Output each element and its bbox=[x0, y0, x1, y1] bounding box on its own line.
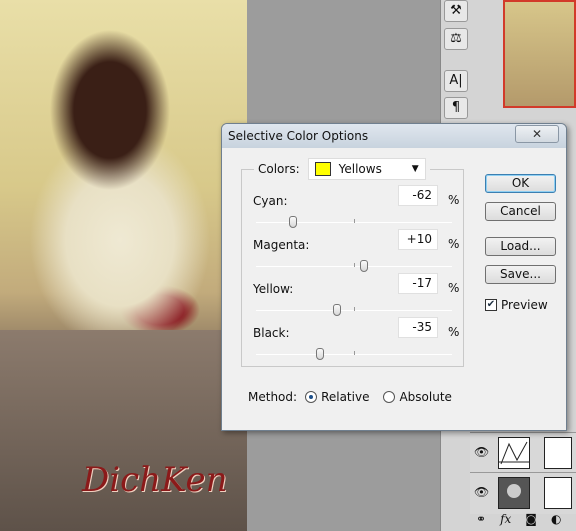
center-tick bbox=[354, 351, 355, 355]
close-button[interactable]: ✕ bbox=[515, 125, 559, 143]
center-tick bbox=[354, 219, 355, 223]
radio-relative[interactable]: Relative bbox=[305, 390, 369, 404]
eye-icon[interactable]: 👁 bbox=[474, 485, 489, 499]
percent-label: % bbox=[448, 193, 460, 207]
layer-row-curves[interactable]: 👁 bbox=[470, 432, 576, 474]
layer-mask-thumbnail[interactable] bbox=[544, 437, 572, 469]
ok-button[interactable]: OK bbox=[485, 174, 556, 193]
preview-label: Preview bbox=[501, 298, 548, 312]
center-tick bbox=[354, 307, 355, 311]
dialog-title: Selective Color Options bbox=[228, 129, 369, 143]
radio-absolute[interactable]: Absolute bbox=[383, 390, 452, 404]
signature-watermark: DichKen bbox=[82, 460, 228, 500]
preview-checkbox[interactable]: ✔ bbox=[485, 299, 497, 311]
slider-label: Black: bbox=[253, 326, 290, 340]
load-button[interactable]: Load... bbox=[485, 237, 556, 256]
center-tick bbox=[354, 263, 355, 267]
curves-icon bbox=[498, 437, 530, 469]
dropdown-arrow-icon: ▼ bbox=[411, 164, 419, 174]
fx-icon[interactable]: fx bbox=[500, 512, 511, 526]
slider-label: Cyan: bbox=[253, 194, 288, 208]
colors-label: Colors: bbox=[258, 162, 300, 176]
title-bar[interactable]: Selective Color Options ✕ bbox=[222, 124, 566, 148]
slider-value-input[interactable]: -17 bbox=[398, 273, 438, 294]
navigator-thumbnail[interactable] bbox=[503, 0, 576, 108]
method-row: Method: Relative Absolute bbox=[248, 390, 452, 404]
radio-icon[interactable] bbox=[305, 391, 318, 403]
preview-row[interactable]: ✔ Preview bbox=[485, 298, 548, 312]
colors-dropdown[interactable]: Yellows ▼ bbox=[307, 158, 426, 180]
adjustment-icon[interactable]: ◐ bbox=[551, 512, 561, 526]
radio-icon[interactable] bbox=[383, 391, 396, 403]
layer-row-vignette[interactable]: 👁 bbox=[470, 472, 576, 514]
slider-thumb[interactable] bbox=[315, 348, 324, 360]
canvas-photo[interactable]: DichKen bbox=[0, 0, 247, 531]
slider-thumb[interactable] bbox=[333, 304, 342, 316]
slider-thumb[interactable] bbox=[289, 216, 298, 228]
character-panel-icon[interactable]: A| bbox=[444, 70, 468, 92]
slider-value-input[interactable]: -62 bbox=[398, 185, 438, 206]
colors-row: Colors: Yellows ▼ bbox=[254, 158, 430, 180]
mask-icon[interactable]: ◙ bbox=[525, 512, 537, 526]
selective-color-dialog: Selective Color Options ✕ Colors: Yellow… bbox=[221, 123, 567, 431]
vignette-thumbnail-icon bbox=[498, 477, 530, 509]
percent-label: % bbox=[448, 281, 460, 295]
slider-thumb[interactable] bbox=[359, 260, 368, 272]
slider-track[interactable] bbox=[256, 304, 452, 316]
cancel-button[interactable]: Cancel bbox=[485, 202, 556, 221]
eye-icon[interactable]: 👁 bbox=[474, 445, 489, 459]
stamp-tool-icon[interactable]: ⚖ bbox=[444, 28, 468, 50]
method-label: Method: bbox=[248, 390, 298, 404]
colors-value: Yellows bbox=[338, 162, 382, 176]
link-icon[interactable]: ⚭ bbox=[476, 512, 486, 526]
slider-value-input[interactable]: -35 bbox=[398, 317, 438, 338]
layers-footer: ⚭ fx ◙ ◐ bbox=[476, 512, 561, 526]
color-swatch bbox=[314, 162, 331, 176]
puppet-tool-icon[interactable]: ⚒ bbox=[444, 0, 468, 22]
layer-mask-thumbnail[interactable] bbox=[544, 477, 572, 509]
slider-label: Magenta: bbox=[253, 238, 310, 252]
paragraph-panel-icon[interactable]: ¶ bbox=[444, 97, 468, 119]
dialog-body: Colors: Yellows ▼ Cyan: -62 % Magenta: +… bbox=[226, 148, 562, 428]
photo-deck bbox=[0, 330, 247, 531]
slider-track[interactable] bbox=[256, 260, 452, 272]
percent-label: % bbox=[448, 237, 460, 251]
slider-track[interactable] bbox=[256, 348, 452, 360]
slider-value-input[interactable]: +10 bbox=[398, 229, 438, 250]
save-button[interactable]: Save... bbox=[485, 265, 556, 284]
slider-label: Yellow: bbox=[253, 282, 294, 296]
slider-track[interactable] bbox=[256, 216, 452, 228]
percent-label: % bbox=[448, 325, 460, 339]
